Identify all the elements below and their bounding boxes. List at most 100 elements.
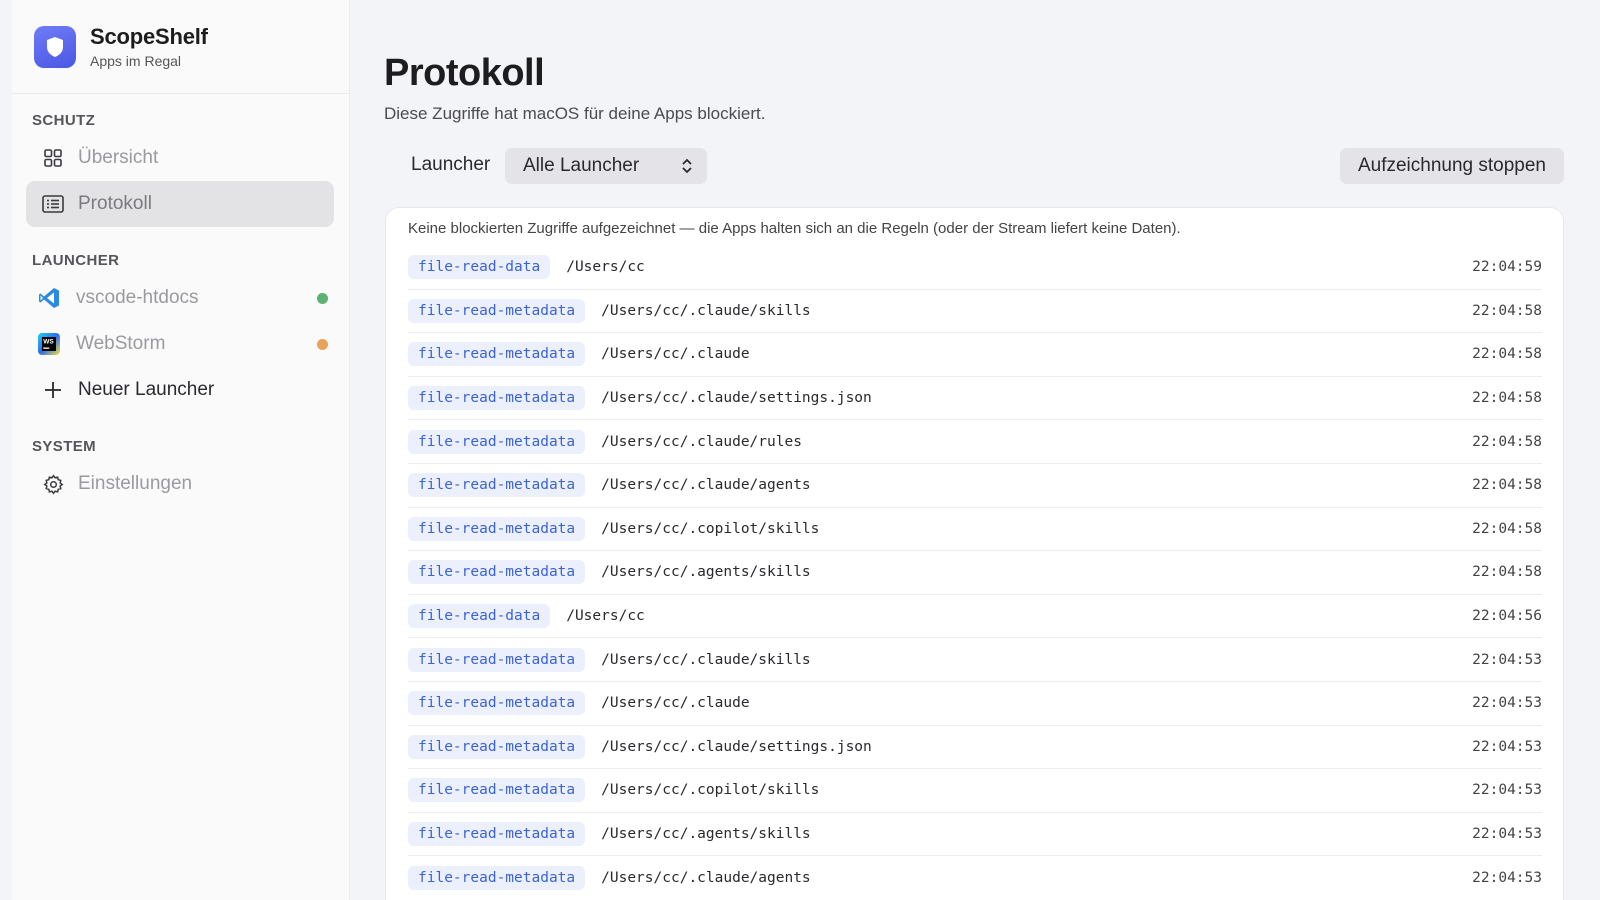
log-row[interactable]: file-read-metadata/Users/cc/.claude/agen… (408, 856, 1542, 900)
operation-tag: file-read-metadata (408, 691, 586, 716)
file-path: /Users/cc/.copilot/skills (601, 520, 820, 537)
operation-tag: file-read-metadata (408, 778, 586, 803)
timestamp: 22:04:58 (1472, 302, 1542, 319)
timestamp: 22:04:58 (1472, 477, 1542, 494)
file-path: /Users/cc (566, 259, 645, 276)
timestamp: 22:04:53 (1472, 651, 1542, 668)
file-path: /Users/cc (566, 608, 645, 625)
section-title-schutz: SCHUTZ (32, 112, 96, 129)
webstorm-icon: WS (36, 331, 62, 357)
file-path: /Users/cc/.claude/agents (601, 477, 811, 494)
timestamp: 22:04:56 (1472, 608, 1542, 625)
timestamp: 22:04:58 (1472, 433, 1542, 450)
operation-tag: file-read-metadata (408, 386, 586, 411)
operation-tag: file-read-metadata (408, 516, 586, 541)
log-row[interactable]: file-read-metadata/Users/cc/.claude 22:04… (408, 333, 1542, 377)
log-row[interactable]: file-read-metadata/Users/cc/.agents/skil… (408, 813, 1542, 857)
operation-tag: file-read-metadata (408, 647, 586, 672)
svg-text:WS: WS (43, 339, 54, 346)
log-row[interactable]: file-read-metadata/Users/cc/.claude 22:04… (408, 682, 1542, 726)
section-title-launcher: LAUNCHER (32, 252, 120, 269)
operation-tag: file-read-metadata (408, 298, 586, 323)
log-row[interactable]: file-read-metadata/Users/cc/.claude/skil… (408, 290, 1542, 334)
file-path: /Users/cc/.agents/skills (601, 564, 811, 581)
launcher-filter-label: Launcher (411, 154, 491, 175)
log-row[interactable]: file-read-data/Users/cc 22:04:59 (408, 246, 1542, 290)
sidebar-item-label: WebStorm (76, 333, 166, 354)
grid-icon (42, 147, 64, 169)
file-path: /Users/cc/.copilot/skills (601, 782, 820, 799)
operation-tag: file-read-metadata (408, 822, 586, 847)
timestamp: 22:04:53 (1472, 870, 1542, 887)
log-row[interactable]: file-read-data/Users/cc 22:04:56 (408, 595, 1542, 639)
log-row[interactable]: file-read-metadata/Users/cc/.claude/sett… (408, 726, 1542, 770)
log-row[interactable]: file-read-metadata/Users/cc/.agents/skil… (408, 551, 1542, 595)
file-path: /Users/cc/.claude/settings.json (601, 738, 872, 755)
log-list: file-read-data/Users/cc 22:04:59 file-read… (408, 246, 1542, 900)
plus-icon (42, 379, 64, 401)
file-path: /Users/cc/.claude/skills (601, 302, 811, 319)
list-icon (42, 193, 64, 215)
log-panel: Keine blockierten Zugriffe aufgezeichnet… (385, 207, 1564, 900)
file-path: /Users/cc/.agents/skills (601, 826, 811, 843)
gear-icon (42, 473, 64, 495)
file-path: /Users/cc/.claude/settings.json (601, 390, 872, 407)
timestamp: 22:04:58 (1472, 520, 1542, 537)
log-row[interactable]: file-read-metadata/Users/cc/.copilot/ski… (408, 769, 1542, 813)
main-content: Protokoll Diese Zugriffe hat macOS für d… (384, 0, 1564, 900)
app-name: ScopeShelf (90, 24, 208, 49)
timestamp: 22:04:58 (1472, 390, 1542, 407)
vscode-icon (36, 285, 62, 311)
operation-tag: file-read-metadata (408, 866, 586, 891)
sidebar: ScopeShelf Apps im Regal SCHUTZ Übersich… (12, 0, 350, 900)
sidebar-item-label: Einstellungen (78, 473, 193, 494)
operation-tag: file-read-metadata (408, 560, 586, 585)
sidebar-item-protokoll[interactable]: Protokoll (26, 181, 334, 227)
status-dot-orange (317, 339, 328, 350)
empty-notice: Keine blockierten Zugriffe aufgezeichnet… (408, 220, 1181, 237)
file-path: /Users/cc/.claude/rules (601, 433, 802, 450)
sidebar-item-overview[interactable]: Übersicht (26, 135, 334, 181)
operation-tag: file-read-metadata (408, 734, 586, 759)
operation-tag: file-read-metadata (408, 429, 586, 454)
brand-header: ScopeShelf Apps im Regal (12, 0, 349, 94)
log-row[interactable]: file-read-metadata/Users/cc/.claude/rule… (408, 420, 1542, 464)
timestamp: 22:04:53 (1472, 826, 1542, 843)
sidebar-item-label: vscode-htdocs (76, 287, 199, 308)
log-row[interactable]: file-read-metadata/Users/cc/.claude/skil… (408, 638, 1542, 682)
page-subtitle: Diese Zugriffe hat macOS für deine Apps … (384, 104, 766, 123)
operation-tag: file-read-metadata (408, 342, 586, 367)
timestamp: 22:04:53 (1472, 695, 1542, 712)
launcher-select[interactable]: Alle Launcher (505, 148, 707, 184)
page-title: Protokoll (384, 52, 545, 94)
sidebar-item-settings[interactable]: Einstellungen (26, 461, 334, 507)
file-path: /Users/cc/.claude (601, 695, 750, 712)
timestamp: 22:04:53 (1472, 738, 1542, 755)
sidebar-item-vscode-htdocs[interactable]: vscode-htdocs (26, 275, 334, 321)
timestamp: 22:04:53 (1472, 782, 1542, 799)
timestamp: 22:04:58 (1472, 564, 1542, 581)
log-row[interactable]: file-read-metadata/Users/cc/.claude/agen… (408, 464, 1542, 508)
operation-tag: file-read-metadata (408, 473, 586, 498)
shield-icon (34, 25, 76, 68)
log-row[interactable]: file-read-metadata/Users/cc/.claude/sett… (408, 377, 1542, 421)
chevron-updown-icon (681, 156, 693, 182)
file-path: /Users/cc/.claude (601, 346, 750, 363)
sidebar-item-label: Übersicht (78, 147, 159, 168)
sidebar-item-label: Neuer Launcher (78, 379, 215, 400)
file-path: /Users/cc/.claude/skills (601, 651, 811, 668)
log-row[interactable]: file-read-metadata/Users/cc/.copilot/ski… (408, 508, 1542, 552)
new-launcher-button[interactable]: Neuer Launcher (26, 367, 334, 413)
launcher-select-value: Alle Launcher (523, 155, 640, 176)
stop-recording-button[interactable]: Aufzeichnung stoppen (1339, 148, 1564, 184)
operation-tag: file-read-data (408, 255, 551, 280)
timestamp: 22:04:59 (1472, 259, 1542, 276)
app-subtitle: Apps im Regal (90, 53, 182, 69)
section-title-system: SYSTEM (32, 438, 97, 455)
sidebar-item-webstorm[interactable]: WS WebStorm (26, 321, 334, 367)
sidebar-item-label: Protokoll (78, 193, 152, 214)
file-path: /Users/cc/.claude/agents (601, 870, 811, 887)
timestamp: 22:04:58 (1472, 346, 1542, 363)
status-dot-green (317, 293, 328, 304)
operation-tag: file-read-data (408, 604, 551, 629)
